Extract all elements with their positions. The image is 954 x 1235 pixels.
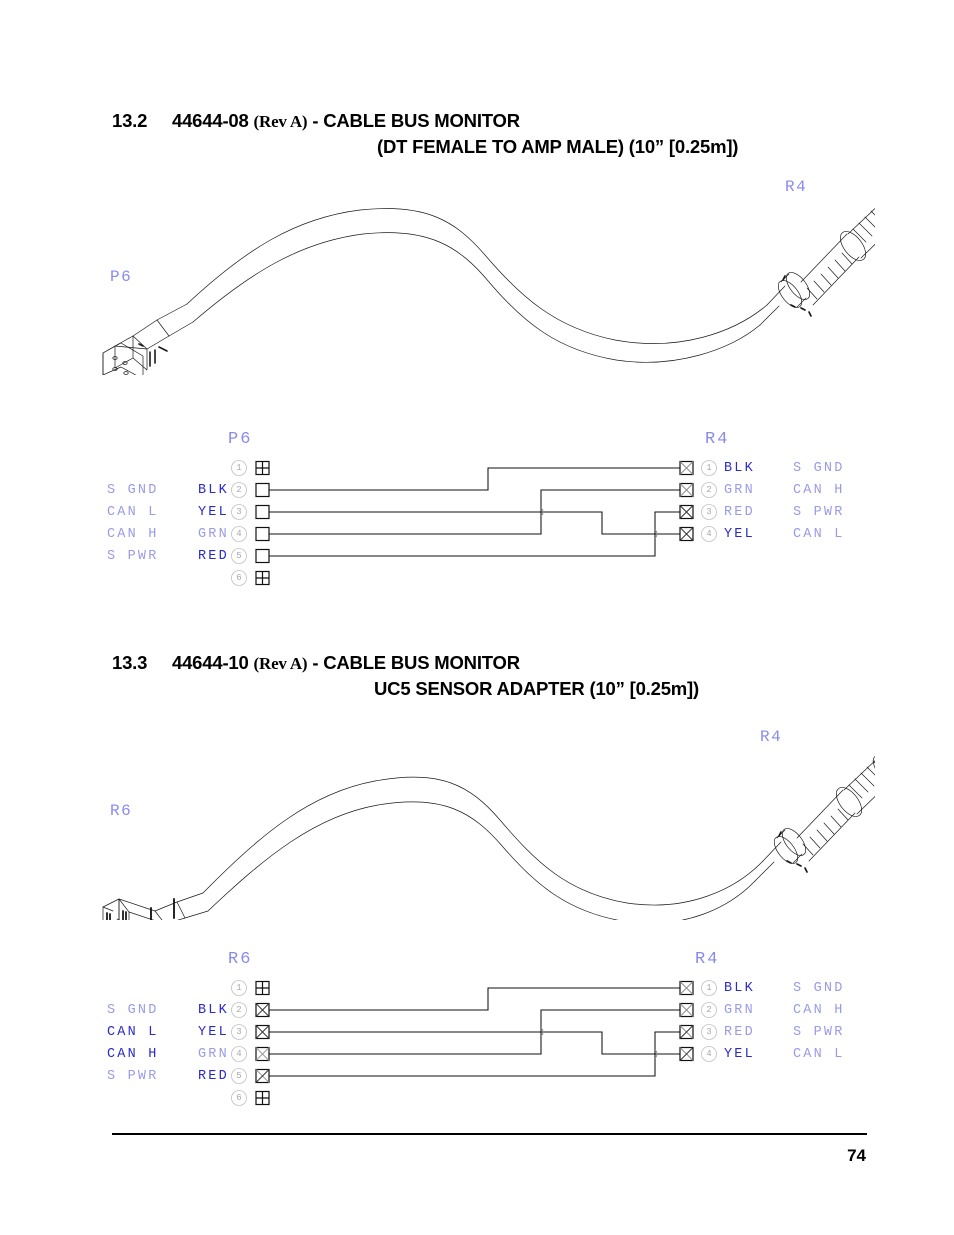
section-heading-13-2: 13.2 44644-08 (Rev A) - CABLE BUS MONITOR…	[112, 110, 872, 158]
section-number: 13.3	[112, 652, 148, 673]
section-part-number: 44644-10	[172, 652, 254, 673]
document-page: 13.2 44644-08 (Rev A) - CABLE BUS MONITOR…	[0, 0, 954, 1235]
footer-divider	[112, 1133, 867, 1135]
wiring-schematic-13-3: R6 R4 S GND CAN L CAN H S PWR BLK YEL GR…	[95, 950, 885, 1125]
cable-illustration-13-2: P6 R4	[95, 170, 875, 375]
section-number: 13.2	[112, 110, 148, 131]
section-revision: (Rev A)	[253, 112, 308, 131]
cable-assembly-drawing	[102, 208, 875, 375]
schematic-lines-13-2	[231, 460, 717, 586]
section-part-number: 44644-08	[172, 110, 254, 131]
section-revision: (Rev A)	[253, 654, 308, 673]
schematic-lines-13-3	[231, 980, 717, 1106]
illustration-label-right-r4: R4	[785, 178, 808, 196]
cable-illustration-13-3: R6 R4	[95, 715, 875, 920]
section-title-text: - CABLE BUS MONITOR	[307, 110, 520, 131]
section-title-text: - CABLE BUS MONITOR	[307, 652, 520, 673]
section-heading-13-3: 13.3 44644-10 (Rev A) - CABLE BUS MONITOR…	[112, 652, 872, 700]
section-title-line-1: 13.3 44644-10 (Rev A) - CABLE BUS MONITOR	[112, 652, 872, 674]
cable-assembly-drawing	[102, 755, 875, 920]
illustration-label-left-r6: R6	[110, 802, 133, 820]
illustration-label-right-r4: R4	[760, 728, 783, 746]
wiring-schematic-13-2: P6 R4 S GND CAN L CAN H S PWR BLK YEL GR…	[95, 430, 885, 605]
section-title-line-1: 13.2 44644-08 (Rev A) - CABLE BUS MONITOR	[112, 110, 872, 132]
illustration-label-left-p6: P6	[110, 268, 133, 286]
page-number: 74	[847, 1146, 866, 1165]
section-title-line-2: (DT FEMALE TO AMP MALE) (10” [0.25m])	[377, 136, 739, 157]
section-title-line-2: UC5 SENSOR ADAPTER (10” [0.25m])	[374, 678, 699, 699]
